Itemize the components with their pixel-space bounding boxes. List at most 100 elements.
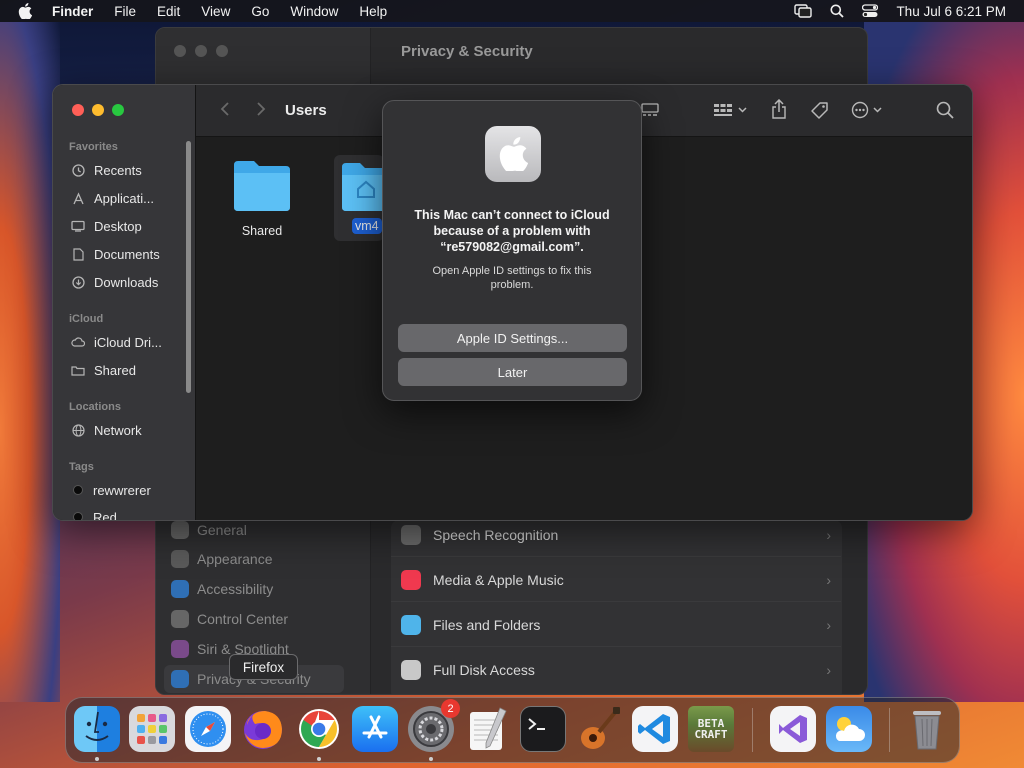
weather-cloud-sun-icon (835, 717, 865, 741)
sidebar-item-recents[interactable]: Recents (71, 159, 142, 181)
search-icon[interactable] (936, 101, 954, 119)
finder-close-button[interactable] (72, 104, 84, 116)
sidebar-section-icloud: iCloud (69, 313, 104, 325)
settings-item-control-center[interactable]: Control Center (171, 605, 346, 633)
siri-icon (171, 640, 189, 658)
share-icon[interactable] (771, 99, 787, 119)
disk-icon (401, 660, 421, 680)
settings-close-button[interactable] (174, 45, 186, 57)
settings-minimize-button[interactable] (195, 45, 207, 57)
desktop-icon (71, 220, 85, 232)
dock-launchpad[interactable] (129, 706, 175, 752)
folder-shared[interactable]: Shared (230, 157, 294, 238)
general-icon (171, 521, 189, 539)
dock-weather[interactable] (826, 706, 872, 752)
sidebar-section-favorites: Favorites (69, 141, 118, 153)
sidebar-item-shared[interactable]: Shared (71, 359, 136, 381)
chevron-right-icon: › (826, 571, 831, 588)
back-chevron-icon[interactable] (220, 101, 230, 117)
settings-item-label: Control Center (197, 611, 289, 627)
sidebar-item-tag-rewwrerer[interactable]: rewwrerer (71, 479, 151, 501)
sidebar-item-desktop[interactable]: Desktop (71, 215, 142, 237)
row-label: Files and Folders (433, 616, 541, 633)
finder-minimize-button[interactable] (92, 104, 104, 116)
dock-safari[interactable] (185, 706, 231, 752)
dock-trash[interactable] (904, 706, 950, 752)
more-actions-icon[interactable] (851, 101, 887, 119)
dock-system-settings[interactable]: 2 (408, 699, 460, 752)
settings-zoom-button[interactable] (216, 45, 228, 57)
sidebar-scrollbar[interactable] (186, 141, 191, 393)
later-button[interactable]: Later (398, 358, 627, 386)
finder-zoom-button[interactable] (112, 104, 124, 116)
sidebar-item-downloads[interactable]: Downloads (71, 271, 158, 293)
row-files-and-folders[interactable]: Files and Folders › (391, 603, 841, 647)
row-full-disk-access[interactable]: Full Disk Access › (391, 648, 841, 692)
chevron-right-icon: › (826, 616, 831, 633)
screen-mirroring-icon[interactable] (794, 4, 813, 18)
running-indicator (317, 757, 321, 761)
dock-firefox[interactable] (240, 706, 286, 752)
dock: 2 BETA CRAFT (65, 697, 960, 763)
sidebar-item-icloud-drive[interactable]: iCloud Dri... (71, 331, 162, 353)
spotlight-search-icon[interactable] (830, 4, 845, 18)
dock-tooltip: Firefox (229, 654, 298, 680)
sidebar-section-locations: Locations (69, 401, 121, 413)
shared-folder-icon (71, 365, 85, 376)
row-media-apple-music[interactable]: Media & Apple Music › (391, 558, 841, 602)
folder-icon (401, 614, 421, 635)
dock-finder[interactable] (74, 706, 120, 752)
clock-icon (71, 163, 85, 177)
control-center-icon[interactable] (862, 4, 879, 18)
sidebar-item-tag-red[interactable]: Red (71, 506, 117, 521)
finder-sidebar: Favorites Recents Applicati... Desktop D… (53, 85, 196, 520)
menu-help[interactable]: Help (359, 4, 387, 19)
settings-item-accessibility[interactable]: Accessibility (171, 575, 346, 603)
music-note-icon (401, 569, 421, 590)
dock-visual-studio[interactable] (770, 706, 816, 752)
chrome-icon (299, 709, 339, 749)
row-label: Speech Recognition (433, 526, 559, 543)
folder-vm4-home[interactable]: vm4 (334, 155, 388, 241)
menu-view[interactable]: View (201, 4, 230, 19)
group-by-icon[interactable] (714, 103, 750, 117)
dock-vscode[interactable] (632, 706, 678, 752)
forward-chevron-icon[interactable] (256, 101, 266, 117)
menu-app-name[interactable]: Finder (52, 4, 93, 19)
control-center-settings-icon (171, 610, 189, 628)
app-store-icon (362, 715, 388, 739)
dock-betacraft[interactable]: BETA CRAFT (688, 706, 734, 752)
gallery-view-icon[interactable] (641, 103, 659, 117)
sidebar-item-network[interactable]: Network (71, 419, 142, 441)
dock-chrome[interactable] (296, 706, 342, 752)
apple-logo-icon (485, 126, 541, 182)
settings-item-appearance[interactable]: Appearance (171, 545, 346, 573)
accessibility-icon (171, 580, 189, 598)
menu-file[interactable]: File (114, 4, 136, 19)
menu-window[interactable]: Window (290, 4, 338, 19)
finder-title: Users (285, 102, 327, 119)
dock-app-store[interactable] (352, 706, 398, 752)
finder-face-icon (85, 711, 109, 741)
menu-clock[interactable]: Thu Jul 6 6:21 PM (896, 4, 1006, 19)
settings-item-label: Accessibility (197, 581, 274, 597)
download-icon (71, 275, 85, 289)
apple-menu-icon[interactable] (18, 3, 38, 19)
sidebar-item-label: Red (93, 509, 117, 521)
dock-garageband[interactable] (576, 706, 622, 752)
apple-id-settings-button[interactable]: Apple ID Settings... (398, 324, 627, 352)
menu-bar: Finder File Edit View Go Window Help Thu… (0, 0, 1024, 22)
tag-icon[interactable] (810, 101, 830, 121)
dock-terminal[interactable] (520, 706, 566, 752)
menu-edit[interactable]: Edit (157, 4, 180, 19)
folder-label: Shared (241, 224, 283, 238)
dock-textedit[interactable] (464, 706, 510, 752)
applications-icon (71, 191, 85, 205)
sidebar-item-documents[interactable]: Documents (71, 243, 160, 265)
cloud-icon (71, 337, 85, 347)
firefox-icon (244, 711, 282, 749)
vscode-icon (638, 714, 670, 744)
sidebar-item-applications[interactable]: Applicati... (71, 187, 154, 209)
wallpaper-left (0, 22, 60, 702)
menu-go[interactable]: Go (251, 4, 269, 19)
